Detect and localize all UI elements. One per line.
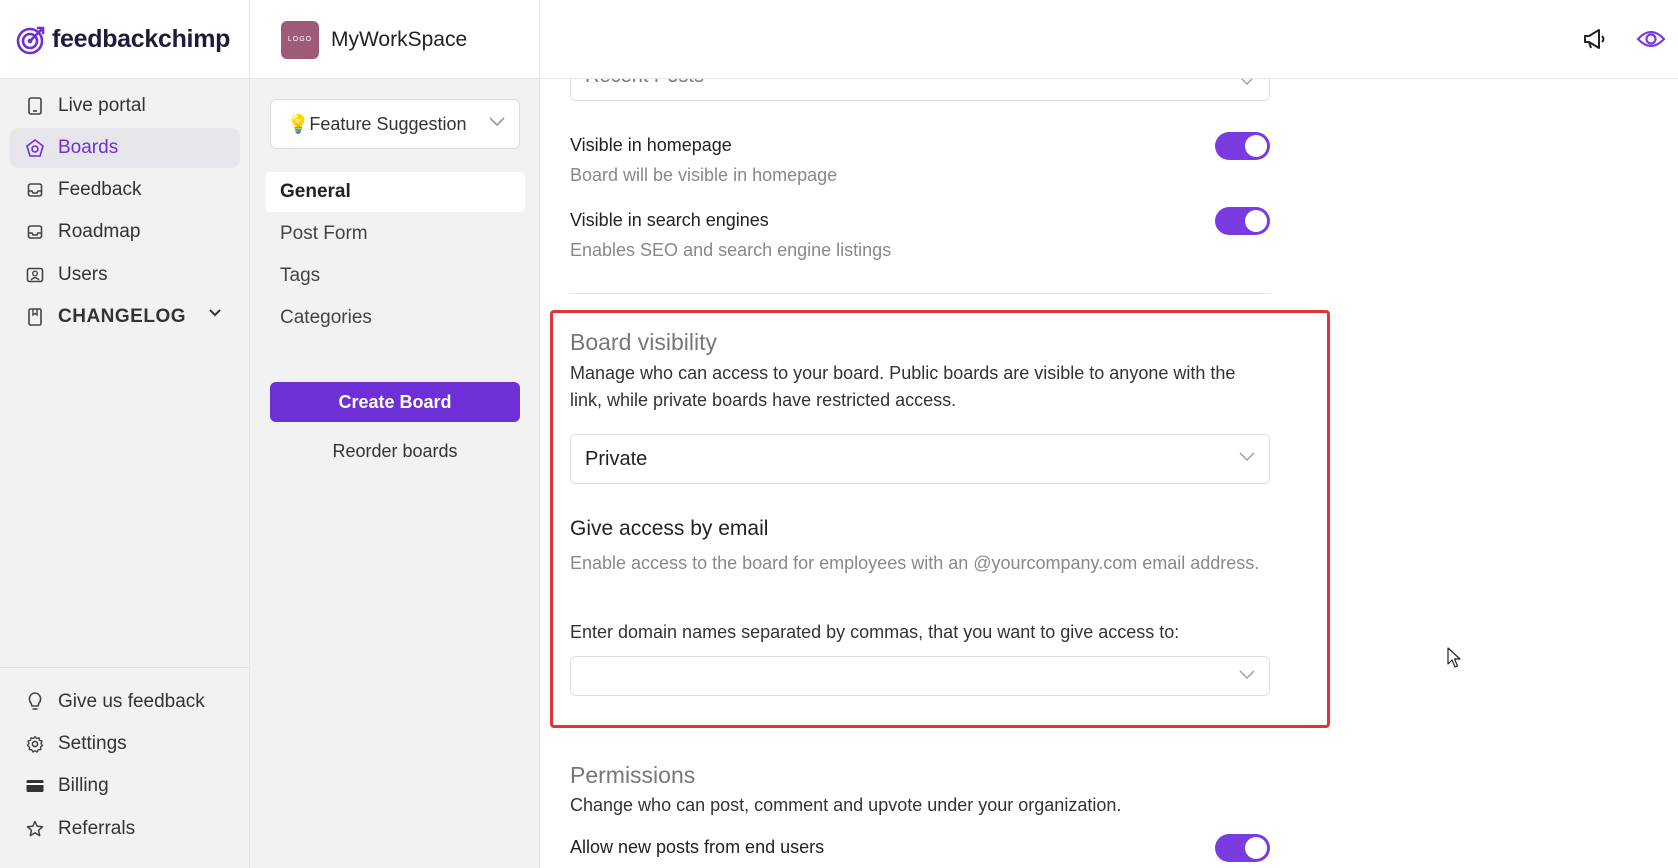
lightbulb-icon [25,692,45,712]
divider [570,293,1270,294]
nav-item-give-feedback[interactable]: Give us feedback [10,682,240,722]
nav-label: Roadmap [58,221,141,242]
tab-general[interactable]: General [265,172,525,212]
email-access-title: Give access by email [570,517,769,540]
board-visibility-title: Board visibility [570,329,717,355]
nav-item-settings[interactable]: Settings [10,724,240,764]
tab-post-form[interactable]: Post Form [265,214,525,254]
gear-icon [25,734,45,754]
board-select-value: 💡Feature Suggestion [287,113,467,134]
setting-desc: Board will be visible in homepage [570,165,838,185]
default-sort-select[interactable]: Recent Posts [570,79,1270,101]
setting-title: Allow new posts from end users [570,837,825,857]
chevron-down-icon [209,309,221,317]
inbox-icon [25,180,45,200]
domains-input[interactable] [570,656,1270,696]
nav-label: Referrals [58,818,136,839]
tab-categories[interactable]: Categories [265,298,525,338]
nav-divider [0,667,250,668]
permissions-desc: Change who can post, comment and upvote … [570,795,1122,815]
users-icon [25,265,45,285]
nav-label: CHANGELOG [58,306,186,327]
book-icon [25,307,45,327]
nav-item-referrals[interactable]: Referrals [10,809,240,849]
sort-select-value: Recent Posts [585,79,704,88]
mouse-cursor-icon [1447,647,1461,668]
visible-search-toggle[interactable] [1215,207,1270,235]
visibility-select[interactable]: Private [570,434,1270,484]
left-sidebar: Live portal Boards Feedback Roadmap User… [0,79,250,868]
brand-name: feedbackchimp [52,25,231,53]
nav-label: Boards [58,137,119,158]
chevron-down-icon [1239,452,1255,462]
setting-title: Visible in homepage [570,135,732,155]
top-bar: feedbackchimp LOGO MyWorkSpace [0,0,1678,79]
target-icon [16,26,45,54]
workspace-logo: LOGO [281,20,319,59]
setting-visible-homepage: Visible in homepage Board will be visibl… [570,132,1270,195]
nav-item-boards[interactable]: Boards [10,128,240,168]
nav-label: Live portal [58,95,146,116]
board-icon [25,138,45,158]
nav-item-users[interactable]: Users [10,255,240,295]
megaphone-icon[interactable] [1578,22,1612,56]
nav-label: Give us feedback [58,691,205,712]
nav-item-billing[interactable]: Billing [10,766,240,806]
nav-item-feedback[interactable]: Feedback [10,170,240,210]
domains-label: Enter domain names separated by commas, … [570,622,1180,642]
main-content: Recent Posts Visible in homepage Board w… [541,79,1678,868]
tab-tags[interactable]: Tags [265,256,525,296]
chevron-down-icon [1240,79,1254,86]
tablet-icon [25,96,45,116]
card-icon [25,776,45,796]
eye-icon[interactable] [1634,22,1668,56]
email-access-desc: Enable access to the board for employees… [570,553,1260,573]
setting-title: Visible in search engines [570,210,769,230]
create-board-button[interactable]: Create Board [270,382,520,422]
visibility-select-value: Private [585,447,648,470]
setting-allow-posts: Allow new posts from end users [570,834,1270,867]
visible-homepage-toggle[interactable] [1215,132,1270,160]
setting-visible-search: Visible in search engines Enables SEO an… [570,207,1270,270]
chevron-down-icon [489,117,505,127]
reorder-boards-link[interactable]: Reorder boards [270,441,520,462]
workspace-name: MyWorkSpace [331,27,468,51]
nav-label: Feedback [58,179,142,200]
brand[interactable]: feedbackchimp [0,0,250,79]
nav-label: Billing [58,775,109,796]
chevron-down-icon [1239,670,1255,680]
allow-posts-toggle[interactable] [1215,834,1270,862]
board-visibility-desc: Manage who can access to your board. Pub… [570,363,1236,410]
nav-label: Users [58,264,108,285]
nav-item-live-portal[interactable]: Live portal [10,86,240,126]
board-settings-nav: 💡Feature Suggestion General Post Form Ta… [250,79,540,868]
star-icon [25,819,45,839]
nav-label: Settings [58,733,127,754]
workspace-switcher[interactable]: LOGO MyWorkSpace [250,0,540,79]
nav-item-roadmap[interactable]: Roadmap [10,212,240,252]
permissions-title: Permissions [570,762,696,788]
nav-item-changelog[interactable]: CHANGELOG [10,297,240,337]
inbox-icon [25,222,45,242]
board-select[interactable]: 💡Feature Suggestion [270,99,520,149]
setting-desc: Enables SEO and search engine listings [570,240,892,260]
